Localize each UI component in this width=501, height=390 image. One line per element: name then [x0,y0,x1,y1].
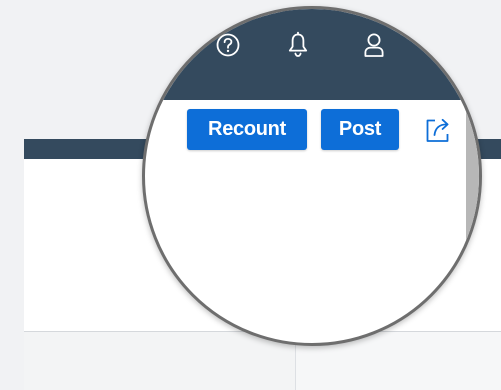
help-circle-icon[interactable] [213,30,243,60]
share-icon[interactable] [422,114,454,146]
magnified-view: Recount Post [145,9,479,343]
post-button[interactable]: Post [321,109,399,150]
user-icon[interactable] [359,30,389,60]
magnifier-lens: Recount Post [142,6,482,346]
recount-button[interactable]: Recount [187,109,307,150]
bell-icon[interactable] [283,30,313,60]
top-navigation-bar [145,9,479,100]
